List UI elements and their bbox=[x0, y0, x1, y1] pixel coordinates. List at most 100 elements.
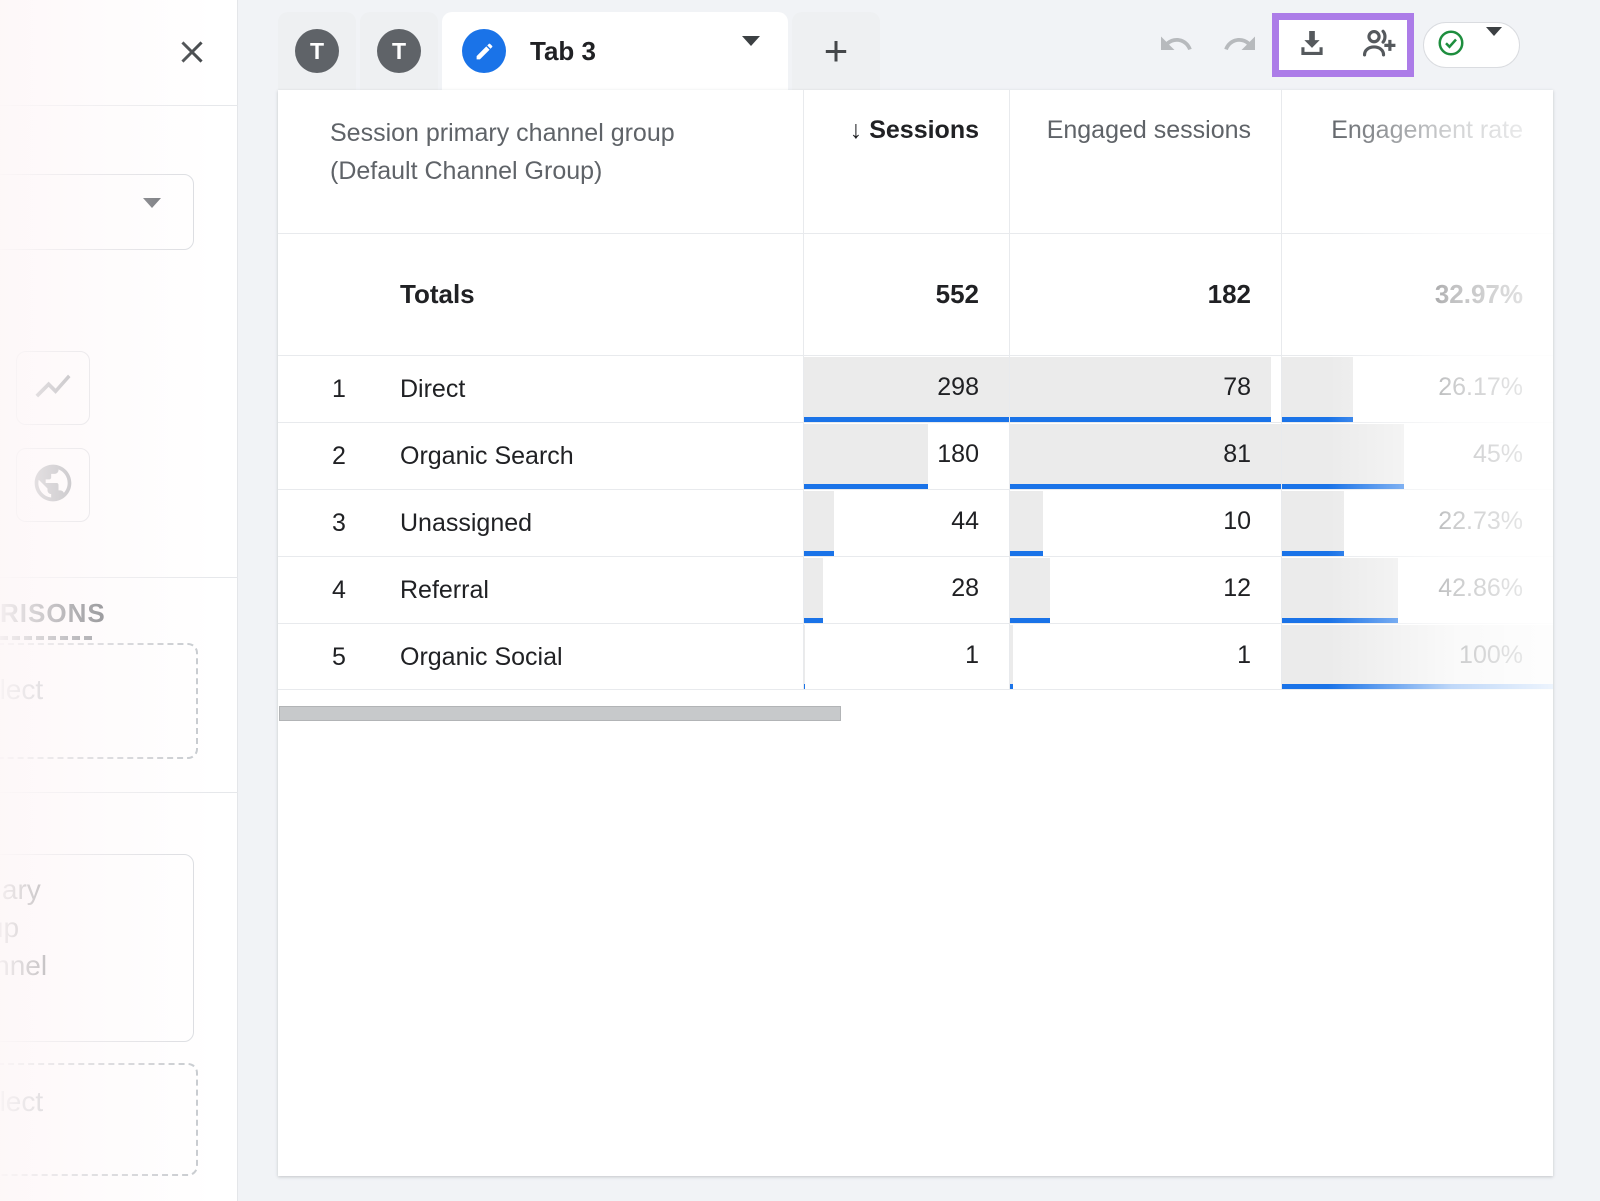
rate-value: 100% bbox=[1459, 624, 1523, 686]
sessions-header-label: Sessions bbox=[869, 116, 979, 144]
line-chart-icon bbox=[32, 365, 74, 412]
tab-menu-caret-icon[interactable] bbox=[742, 46, 760, 64]
dimension-cell: 5 Organic Social bbox=[278, 624, 803, 689]
engaged-cell: 81 bbox=[1009, 423, 1281, 489]
drop-select-placeholder: elect bbox=[0, 671, 196, 709]
sessions-value: 28 bbox=[951, 557, 979, 619]
rate-cell: 100% bbox=[1281, 624, 1553, 689]
engaged-value: 78 bbox=[1223, 356, 1251, 418]
engaged-value: 10 bbox=[1223, 490, 1251, 552]
sessions-bar bbox=[804, 625, 805, 689]
comparisons-drop-select[interactable]: elect bbox=[0, 643, 198, 759]
add-tab-button[interactable]: + bbox=[792, 12, 880, 90]
sessions-value: 180 bbox=[937, 423, 979, 485]
dimension-chip[interactable]: rimary roup hannel bbox=[0, 854, 194, 1042]
rate-value: 45% bbox=[1473, 423, 1523, 485]
engaged-header-label: Engaged sessions bbox=[1047, 116, 1251, 145]
tab-collapsed-1[interactable]: T bbox=[278, 12, 356, 90]
sidebar-divider bbox=[0, 792, 238, 793]
tab-active-tab3[interactable]: Tab 3 bbox=[442, 12, 788, 90]
dimension-chip-line: rimary bbox=[0, 871, 193, 909]
engaged-value: 12 bbox=[1223, 557, 1251, 619]
sessions-cell: 298 bbox=[803, 356, 1009, 422]
export-data-button[interactable] bbox=[1293, 26, 1331, 64]
sessions-cell: 1 bbox=[803, 624, 1009, 689]
engaged-cell: 78 bbox=[1009, 356, 1281, 422]
engaged-bar bbox=[1010, 491, 1043, 556]
tab-collapsed-2[interactable]: T bbox=[360, 12, 438, 90]
data-table-card: Session primary channel group (Default C… bbox=[278, 90, 1553, 1176]
applied-steps-button[interactable] bbox=[1423, 22, 1520, 68]
row-rank: 5 bbox=[314, 624, 364, 691]
undo-button[interactable] bbox=[1156, 26, 1196, 66]
settings-sidebar: RISONS elect rimary roup hannel elect n bbox=[0, 0, 238, 1201]
sessions-column-header[interactable]: ↓ Sessions bbox=[803, 90, 1009, 233]
sessions-bar bbox=[804, 424, 928, 489]
engaged-cell: 10 bbox=[1009, 490, 1281, 556]
rate-cell: 26.17% bbox=[1281, 356, 1553, 422]
edit-pencil-icon bbox=[462, 29, 506, 73]
row-rank: 4 bbox=[314, 557, 364, 624]
engaged-cell: 1 bbox=[1009, 624, 1281, 689]
drop-select-placeholder: n bbox=[0, 1121, 196, 1159]
comparisons-section-label: RISONS bbox=[0, 598, 106, 629]
table-body: 1 Direct 298 78 26.17% 2 Organic Search bbox=[278, 355, 1553, 690]
channel-label: Unassigned bbox=[400, 490, 532, 557]
row-rank: 3 bbox=[314, 490, 364, 557]
engaged-value: 81 bbox=[1223, 423, 1251, 485]
dimension-header-line2: (Default Channel Group) bbox=[330, 157, 602, 185]
row-rank: 1 bbox=[314, 356, 364, 423]
engaged-bar bbox=[1010, 625, 1013, 689]
totals-sessions: 552 bbox=[936, 279, 979, 310]
rate-value: 42.86% bbox=[1438, 557, 1523, 619]
dimension-cell: 3 Unassigned bbox=[278, 490, 803, 556]
sidebar-divider bbox=[0, 105, 238, 106]
line-chart-technique-button[interactable] bbox=[16, 351, 90, 425]
totals-engaged: 182 bbox=[1208, 279, 1251, 310]
dimension-cell: 2 Organic Search bbox=[278, 423, 803, 489]
channel-label: Organic Social bbox=[400, 624, 563, 691]
totals-label: Totals bbox=[400, 279, 475, 310]
sessions-cell: 44 bbox=[803, 490, 1009, 556]
sidebar-dropdown[interactable] bbox=[0, 174, 194, 250]
geo-map-technique-button[interactable] bbox=[16, 448, 90, 522]
engaged-bar bbox=[1010, 558, 1050, 623]
globe-icon bbox=[31, 461, 75, 510]
dimension-cell: 4 Referral bbox=[278, 557, 803, 623]
channel-label: Organic Search bbox=[400, 423, 574, 490]
drop-select-placeholder: elect bbox=[0, 1083, 196, 1121]
rate-bar bbox=[1282, 558, 1398, 623]
sessions-value: 1 bbox=[965, 624, 979, 686]
dimension-cell: 1 Direct bbox=[278, 356, 803, 422]
engaged-sessions-column-header[interactable]: Engaged sessions bbox=[1009, 90, 1281, 233]
person-add-icon bbox=[1359, 24, 1397, 67]
table-row: 5 Organic Social 1 1 100% bbox=[278, 623, 1553, 690]
tab-initial-badge: T bbox=[295, 29, 339, 73]
highlight-annotation-box bbox=[1272, 13, 1414, 77]
table-header-row: Session primary channel group (Default C… bbox=[278, 90, 1553, 233]
dimension-column-header[interactable]: Session primary channel group (Default C… bbox=[278, 90, 803, 233]
rate-value: 26.17% bbox=[1438, 356, 1523, 418]
table-row: 4 Referral 28 12 42.86% bbox=[278, 556, 1553, 623]
engaged-cell: 12 bbox=[1009, 557, 1281, 623]
table-row: 3 Unassigned 44 10 22.73% bbox=[278, 489, 1553, 556]
share-exploration-button[interactable] bbox=[1359, 26, 1397, 64]
tab-label: Tab 3 bbox=[530, 36, 596, 67]
close-icon[interactable] bbox=[172, 32, 212, 72]
engagement-rate-column-header[interactable]: Engagement rate bbox=[1281, 90, 1553, 233]
dimension-chip-line: hannel bbox=[0, 947, 193, 985]
plus-icon: + bbox=[824, 27, 849, 75]
redo-button[interactable] bbox=[1220, 26, 1260, 66]
sessions-cell: 28 bbox=[803, 557, 1009, 623]
comparisons-label-underline bbox=[0, 636, 92, 640]
sessions-bar bbox=[804, 491, 834, 556]
rate-bar bbox=[1282, 357, 1353, 422]
table-row: 2 Organic Search 180 81 45% bbox=[278, 422, 1553, 489]
undo-icon bbox=[1158, 26, 1194, 67]
channel-label: Referral bbox=[400, 557, 489, 624]
horizontal-scrollbar-thumb[interactable] bbox=[279, 706, 841, 721]
dimension-drop-select[interactable]: elect n bbox=[0, 1063, 198, 1176]
table-row: 1 Direct 298 78 26.17% bbox=[278, 355, 1553, 422]
sessions-value: 44 bbox=[951, 490, 979, 552]
explorations-page: RISONS elect rimary roup hannel elect n … bbox=[0, 0, 1600, 1201]
